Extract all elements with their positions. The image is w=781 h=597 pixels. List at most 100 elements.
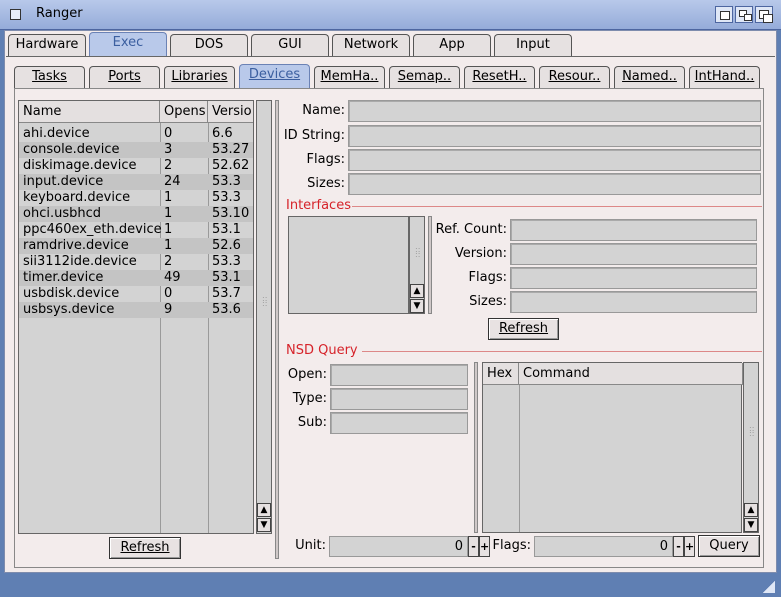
nsd-splitter[interactable] [474,362,478,533]
tab-network[interactable]: Network [332,34,410,56]
scroll-up-icon[interactable]: ▲ [257,503,271,517]
column-header-name[interactable]: Name [19,101,160,123]
zoom-gadget-icon[interactable] [735,6,753,23]
table-row[interactable]: ppc460ex_eth.device 1 53.1 [19,222,253,238]
nsd-type-label: Type: [292,391,327,406]
iconify-gadget-icon[interactable] [715,6,733,23]
unit-label: Unit: [295,538,326,553]
subtab-memhandlers-label: MemHa.. [320,69,379,84]
device-version-cell: 53.10 [212,206,250,221]
device-opens-cell: 1 [164,222,173,237]
device-name-cell: ohci.usbhcd [23,206,101,221]
flags-decrement-button[interactable]: - [673,536,684,557]
table-row[interactable]: keyboard.device 1 53.3 [19,190,253,206]
device-name-cell: console.device [23,142,120,157]
tab-baseline [6,56,775,57]
resize-gadget-icon[interactable] [763,581,775,593]
sizes-field[interactable] [348,173,761,195]
unit-decrement-button[interactable]: - [468,536,479,557]
interfaces-refresh-button[interactable]: Refresh [488,318,559,340]
interfaces-group-title: Interfaces [286,198,351,213]
interfaces-list[interactable] [288,216,409,314]
scroll-up-icon[interactable]: ▲ [410,284,424,298]
flags-number-field[interactable]: 0 [534,536,673,557]
scrollbar-grip-icon: :::: [262,294,268,308]
device-opens-cell: 1 [164,206,173,221]
column-header-opens[interactable]: Opens [160,101,208,123]
id-string-field[interactable] [348,125,761,147]
nsd-sub-field[interactable] [330,412,468,434]
subtab-devices[interactable]: Devices [239,64,310,89]
device-name-cell: usbsys.device [23,302,115,317]
table-row[interactable]: timer.device 49 53.1 [19,270,253,286]
flags-increment-button[interactable]: + [684,536,695,557]
depth-gadget-icon[interactable] [755,6,773,23]
device-opens-cell: 49 [164,270,181,285]
close-gadget-icon[interactable] [10,9,21,20]
column-header-version[interactable]: Versio [208,101,253,123]
device-name-cell: timer.device [23,270,104,285]
table-row[interactable]: ahi.device 0 6.6 [19,126,253,142]
interface-flags-field[interactable] [510,267,757,289]
tab-gui[interactable]: GUI [251,34,329,56]
table-row[interactable]: input.device 24 53.3 [19,174,253,190]
subtab-libraries[interactable]: Libraries [164,66,235,88]
interface-sizes-field[interactable] [510,291,757,313]
column-header-command[interactable]: Command [519,363,743,385]
subtab-ports-label: Ports [108,69,141,84]
tab-hardware[interactable]: Hardware [8,34,86,56]
device-refresh-button[interactable]: Refresh [109,537,181,559]
scrollbar-grip-icon: :::: [749,424,755,438]
subtab-ports[interactable]: Ports [89,66,160,88]
scroll-down-icon[interactable]: ▼ [257,518,271,532]
title-bar[interactable]: Ranger [0,0,781,30]
scroll-down-icon[interactable]: ▼ [744,518,758,532]
table-row[interactable]: ohci.usbhcd 1 53.10 [19,206,253,222]
nsd-type-field[interactable] [330,388,468,410]
subtab-resethandlers[interactable]: ResetH.. [464,66,535,88]
name-label: Name: [302,103,345,118]
table-row[interactable]: ramdrive.device 1 52.6 [19,238,253,254]
pane-splitter[interactable] [275,100,279,559]
table-row[interactable]: sii3112ide.device 2 53.3 [19,254,253,270]
unit-increment-button[interactable]: + [479,536,490,557]
table-row[interactable]: usbsys.device 9 53.6 [19,302,253,318]
tab-exec[interactable]: Exec [89,32,167,57]
tab-input[interactable]: Input [494,34,572,56]
nsd-open-field[interactable] [330,364,468,386]
group-divider [362,351,762,352]
device-list[interactable]: Name Opens Versio ahi.device 0 6.6 console.… [18,100,254,534]
subtab-named[interactable]: Named.. [614,66,685,88]
unit-number-field[interactable]: 0 [329,536,468,557]
device-version-cell: 53.1 [212,270,241,285]
table-row[interactable]: console.device 3 53.27 [19,142,253,158]
table-row[interactable]: diskimage.device 2 52.62 [19,158,253,174]
device-list-scrollbar[interactable]: :::: ▲ ▼ [256,100,272,534]
subtab-tasks[interactable]: Tasks [14,66,85,88]
command-list[interactable]: Hex Command [482,362,743,533]
flags-field[interactable] [348,149,761,171]
subtab-memhandlers[interactable]: MemHa.. [314,66,385,88]
column-header-hex[interactable]: Hex [483,363,519,385]
device-name-cell: input.device [23,174,104,189]
group-divider [352,206,762,207]
tab-app[interactable]: App [413,34,491,56]
command-list-scrollbar[interactable]: :::: ▲ ▼ [743,362,759,533]
interfaces-scrollbar[interactable]: :::: ▲ ▼ [409,216,425,314]
ref-count-field[interactable] [510,219,757,241]
device-version-cell: 53.6 [212,302,241,317]
query-button[interactable]: Query [698,535,760,557]
scroll-down-icon[interactable]: ▼ [410,299,424,313]
subtab-semaphores[interactable]: Semap.. [389,66,460,88]
device-version-cell: 53.7 [212,286,241,301]
subtab-inthandlers[interactable]: IntHand.. [689,66,760,88]
nsd-query-group-title: NSD Query [286,343,358,358]
table-row[interactable]: usbdisk.device 0 53.7 [19,286,253,302]
interface-sizes-label: Sizes: [469,294,507,309]
subtab-resources[interactable]: Resour.. [539,66,610,88]
tab-dos[interactable]: DOS [170,34,248,56]
version-field[interactable] [510,243,757,265]
scroll-up-icon[interactable]: ▲ [744,503,758,517]
device-name-cell: usbdisk.device [23,286,120,301]
name-field[interactable] [348,100,761,122]
